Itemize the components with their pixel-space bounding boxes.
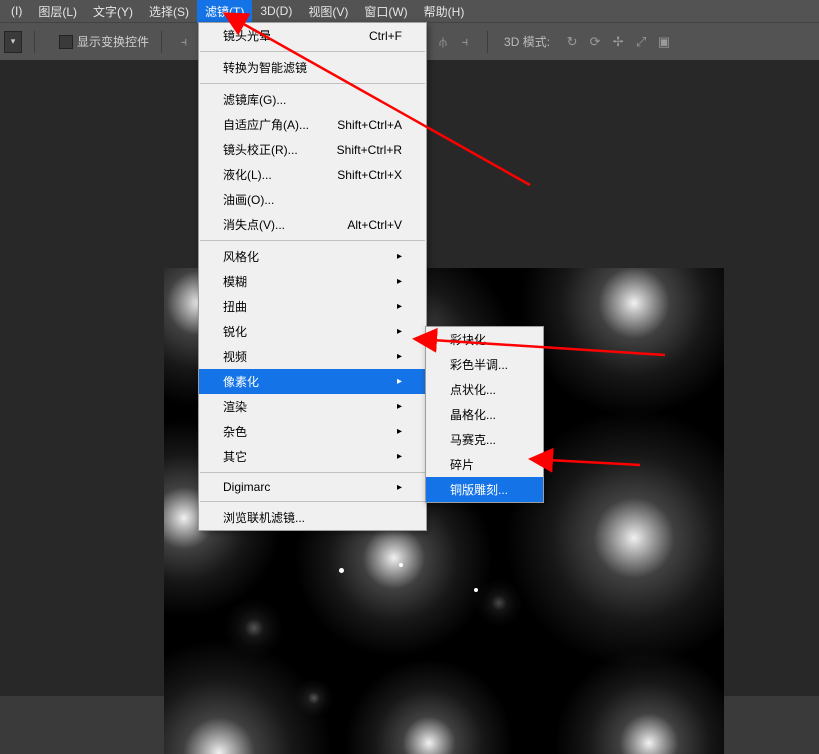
filter-video[interactable]: 视频 <box>199 344 426 369</box>
filter-distort[interactable]: 扭曲 <box>199 294 426 319</box>
pixelate-submenu: 彩块化 彩色半调... 点状化... 晶格化... 马赛克... 碎片 铜版雕刻… <box>425 326 544 503</box>
orbit-icon[interactable]: ↻ <box>562 32 582 52</box>
menu-window[interactable]: 窗口(W) <box>356 0 415 23</box>
filter-vanishing-point[interactable]: 消失点(V)... Alt+Ctrl+V <box>199 212 426 237</box>
separator <box>34 31 35 53</box>
filter-noise[interactable]: 杂色 <box>199 419 426 444</box>
menu-view[interactable]: 视图(V) <box>300 0 356 23</box>
checkbox-icon <box>59 35 73 49</box>
pixelate-color-halftone[interactable]: 彩块化 <box>426 327 543 352</box>
filter-lens-flare[interactable]: 镜头光晕 Ctrl+F <box>199 23 426 48</box>
filter-other[interactable]: 其它 <box>199 444 426 469</box>
filter-sharpen[interactable]: 锐化 <box>199 319 426 344</box>
separator <box>487 31 488 53</box>
mode3d-label: 3D 模式: <box>504 33 550 50</box>
distribute-right-icon[interactable]: ⫞ <box>455 32 475 52</box>
menu-layer[interactable]: 图层(L) <box>30 0 85 23</box>
toolbar-dropdown[interactable]: ▾ <box>4 31 22 53</box>
distribute-center-icon[interactable]: ⫛ <box>433 32 453 52</box>
align-left-icon[interactable]: ⫞ <box>174 32 194 52</box>
menu-type[interactable]: 文字(Y) <box>85 0 141 23</box>
slide-icon[interactable]: ⤢ <box>631 32 651 52</box>
filter-liquefy[interactable]: 液化(L)... Shift+Ctrl+X <box>199 162 426 187</box>
filter-blur[interactable]: 模糊 <box>199 269 426 294</box>
pan-icon[interactable]: ✢ <box>608 32 628 52</box>
main-menubar: (I) 图层(L) 文字(Y) 选择(S) 滤镜(T) 3D(D) 视图(V) … <box>0 0 819 22</box>
camera-icon[interactable]: ▣ <box>654 32 674 52</box>
separator <box>200 240 425 241</box>
pixelate-crystallize[interactable]: 晶格化... <box>426 402 543 427</box>
filter-pixelate[interactable]: 像素化 <box>199 369 426 394</box>
separator <box>200 472 425 473</box>
pixelate-colored-halftone[interactable]: 彩色半调... <box>426 352 543 377</box>
pixelate-mezzotint[interactable]: 铜版雕刻... <box>426 477 543 502</box>
filter-browse-online[interactable]: 浏览联机滤镜... <box>199 505 426 530</box>
filter-adaptive-wide[interactable]: 自适应广角(A)... Shift+Ctrl+A <box>199 112 426 137</box>
separator <box>200 501 425 502</box>
separator <box>200 83 425 84</box>
filter-stylize[interactable]: 风格化 <box>199 244 426 269</box>
show-transform-label: 显示变换控件 <box>77 33 149 50</box>
rotate-icon[interactable]: ⟳ <box>585 32 605 52</box>
filter-render[interactable]: 渲染 <box>199 394 426 419</box>
separator <box>161 31 162 53</box>
pixelate-fragment[interactable]: 碎片 <box>426 452 543 477</box>
menu-edit[interactable]: (I) <box>3 1 30 21</box>
filter-oil-painting[interactable]: 油画(O)... <box>199 187 426 212</box>
pixelate-dotification[interactable]: 点状化... <box>426 377 543 402</box>
filter-gallery[interactable]: 滤镜库(G)... <box>199 87 426 112</box>
filter-digimarc[interactable]: Digimarc <box>199 476 426 498</box>
pixelate-mosaic[interactable]: 马赛克... <box>426 427 543 452</box>
separator <box>200 51 425 52</box>
filter-menu-dropdown: 镜头光晕 Ctrl+F 转换为智能滤镜 滤镜库(G)... 自适应广角(A)..… <box>198 22 427 531</box>
filter-convert-smart[interactable]: 转换为智能滤镜 <box>199 55 426 80</box>
show-transform-checkbox[interactable]: 显示变换控件 <box>59 33 149 50</box>
menu-help[interactable]: 帮助(H) <box>416 0 473 23</box>
menu-select[interactable]: 选择(S) <box>141 0 197 23</box>
menu-filter[interactable]: 滤镜(T) <box>197 0 252 23</box>
menu-3d[interactable]: 3D(D) <box>252 1 300 21</box>
filter-lens-correction[interactable]: 镜头校正(R)... Shift+Ctrl+R <box>199 137 426 162</box>
